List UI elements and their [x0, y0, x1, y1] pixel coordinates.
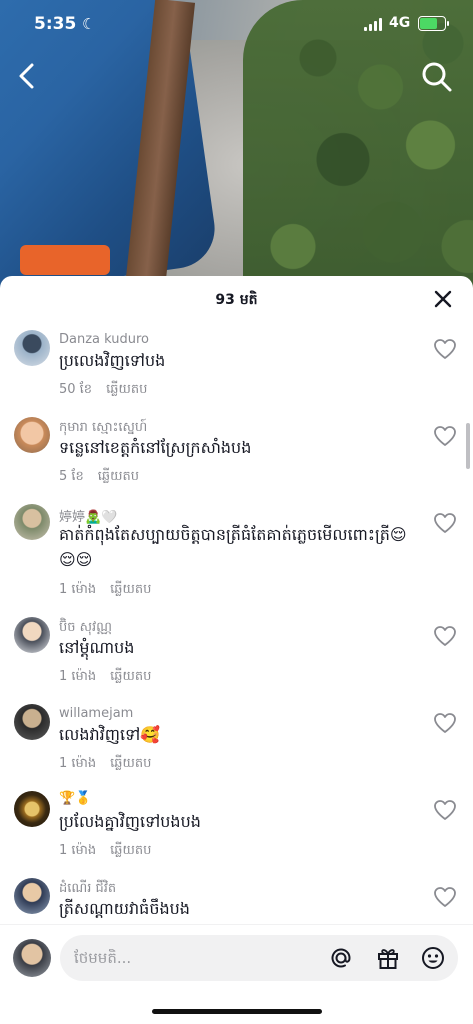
- at-icon[interactable]: [328, 945, 354, 971]
- avatar[interactable]: [14, 330, 50, 366]
- comment-time: 1 ម៉ោង: [59, 843, 97, 858]
- avatar[interactable]: [14, 417, 50, 453]
- heart-icon[interactable]: [432, 336, 458, 362]
- comment-time: 1 ម៉ោង: [59, 669, 97, 684]
- heart-icon[interactable]: [432, 510, 458, 536]
- battery-icon: [418, 16, 446, 31]
- video-life-vest: [20, 245, 110, 275]
- avatar[interactable]: [14, 878, 50, 914]
- comment-meta: 50 ខែ ឆ្លើយតប: [59, 381, 147, 400]
- reply-button[interactable]: ឆ្លើយតប: [110, 756, 151, 771]
- comment-meta: 1 ម៉ោង ឆ្លើយតប: [59, 755, 151, 774]
- emoji-icon[interactable]: [420, 945, 446, 971]
- status-bar: 5:35 ☾ 4G: [0, 0, 473, 52]
- comment-text: ទន្លេនៅខេត្តកំនៅស្រែក្រសាំងបង: [59, 438, 252, 457]
- comments-header: 93 មតិ: [0, 276, 473, 322]
- reply-button[interactable]: ឆ្លើយតប: [110, 669, 151, 684]
- network-label: 4G: [389, 15, 411, 31]
- reply-button[interactable]: ឆ្លើយតប: [106, 382, 147, 397]
- comment-time: 5 ខែ: [59, 469, 84, 484]
- comment-meta: 5 ខែ ឆ្លើយតប: [59, 468, 139, 487]
- reply-button[interactable]: ឆ្លើយតប: [110, 582, 151, 597]
- comment-meta: 1 ម៉ោង ឆ្លើយតប: [59, 668, 151, 687]
- comment-text: លេងវាវិញទៅ🥰: [59, 725, 161, 744]
- comment-meta: 1 ម៉ោង ឆ្លើយតប: [59, 842, 151, 861]
- battery-nub: [447, 21, 449, 26]
- reply-button[interactable]: ឆ្លើយតប: [98, 469, 139, 484]
- search-icon[interactable]: [420, 60, 454, 94]
- comment-username[interactable]: willamejam: [59, 706, 133, 721]
- gift-icon[interactable]: [375, 945, 401, 971]
- avatar[interactable]: [14, 704, 50, 740]
- scroll-indicator[interactable]: [466, 423, 470, 469]
- comment-text: ប្រលែងគ្នាវិញទៅបងបង: [59, 812, 201, 831]
- comments-sheet: 93 មតិ Danza kuduro ប្រលេងវិញទៅបង 50 ខែឆ…: [0, 276, 473, 1024]
- close-icon[interactable]: [430, 286, 456, 312]
- avatar[interactable]: [14, 791, 50, 827]
- comment-text: ប្រលេងវិញទៅបង: [59, 351, 166, 370]
- heart-icon[interactable]: [432, 710, 458, 736]
- heart-icon[interactable]: [432, 797, 458, 823]
- comment-meta: 1 ម៉ោង ឆ្លើយតប: [59, 581, 151, 600]
- comment-count: 93 មតិ: [215, 292, 258, 308]
- comment-text: ត្រីសណ្តាយវាធំចឹងបង: [59, 899, 190, 918]
- avatar[interactable]: [14, 504, 50, 540]
- comment-username[interactable]: 🏆🥇: [59, 791, 91, 806]
- comment-input[interactable]: [74, 935, 314, 981]
- heart-icon[interactable]: [432, 623, 458, 649]
- comment-text: គាត់កំពុងតែសប្បាយចិត្តបានត្រីធំតែគាត់ភ្ល…: [59, 525, 407, 569]
- comment-input-pill[interactable]: [60, 935, 458, 981]
- comment-time: 1 ម៉ោង: [59, 756, 97, 771]
- home-indicator: [152, 1009, 322, 1014]
- comment-time: 50 ខែ: [59, 382, 93, 397]
- chevron-left-icon[interactable]: [12, 60, 42, 92]
- signal-icon: [364, 18, 382, 31]
- heart-icon[interactable]: [432, 423, 458, 449]
- status-time: 5:35: [34, 14, 77, 34]
- comment-text: នៅម្តុំណាបង: [59, 638, 135, 657]
- my-avatar: [13, 939, 51, 977]
- moon-icon: ☾: [82, 15, 96, 33]
- comment-time: 1 ម៉ោង: [59, 582, 97, 597]
- reply-button[interactable]: ឆ្លើយតប: [110, 843, 151, 858]
- comment-username[interactable]: Danza kuduro: [59, 332, 149, 347]
- heart-icon[interactable]: [432, 884, 458, 910]
- avatar[interactable]: [14, 617, 50, 653]
